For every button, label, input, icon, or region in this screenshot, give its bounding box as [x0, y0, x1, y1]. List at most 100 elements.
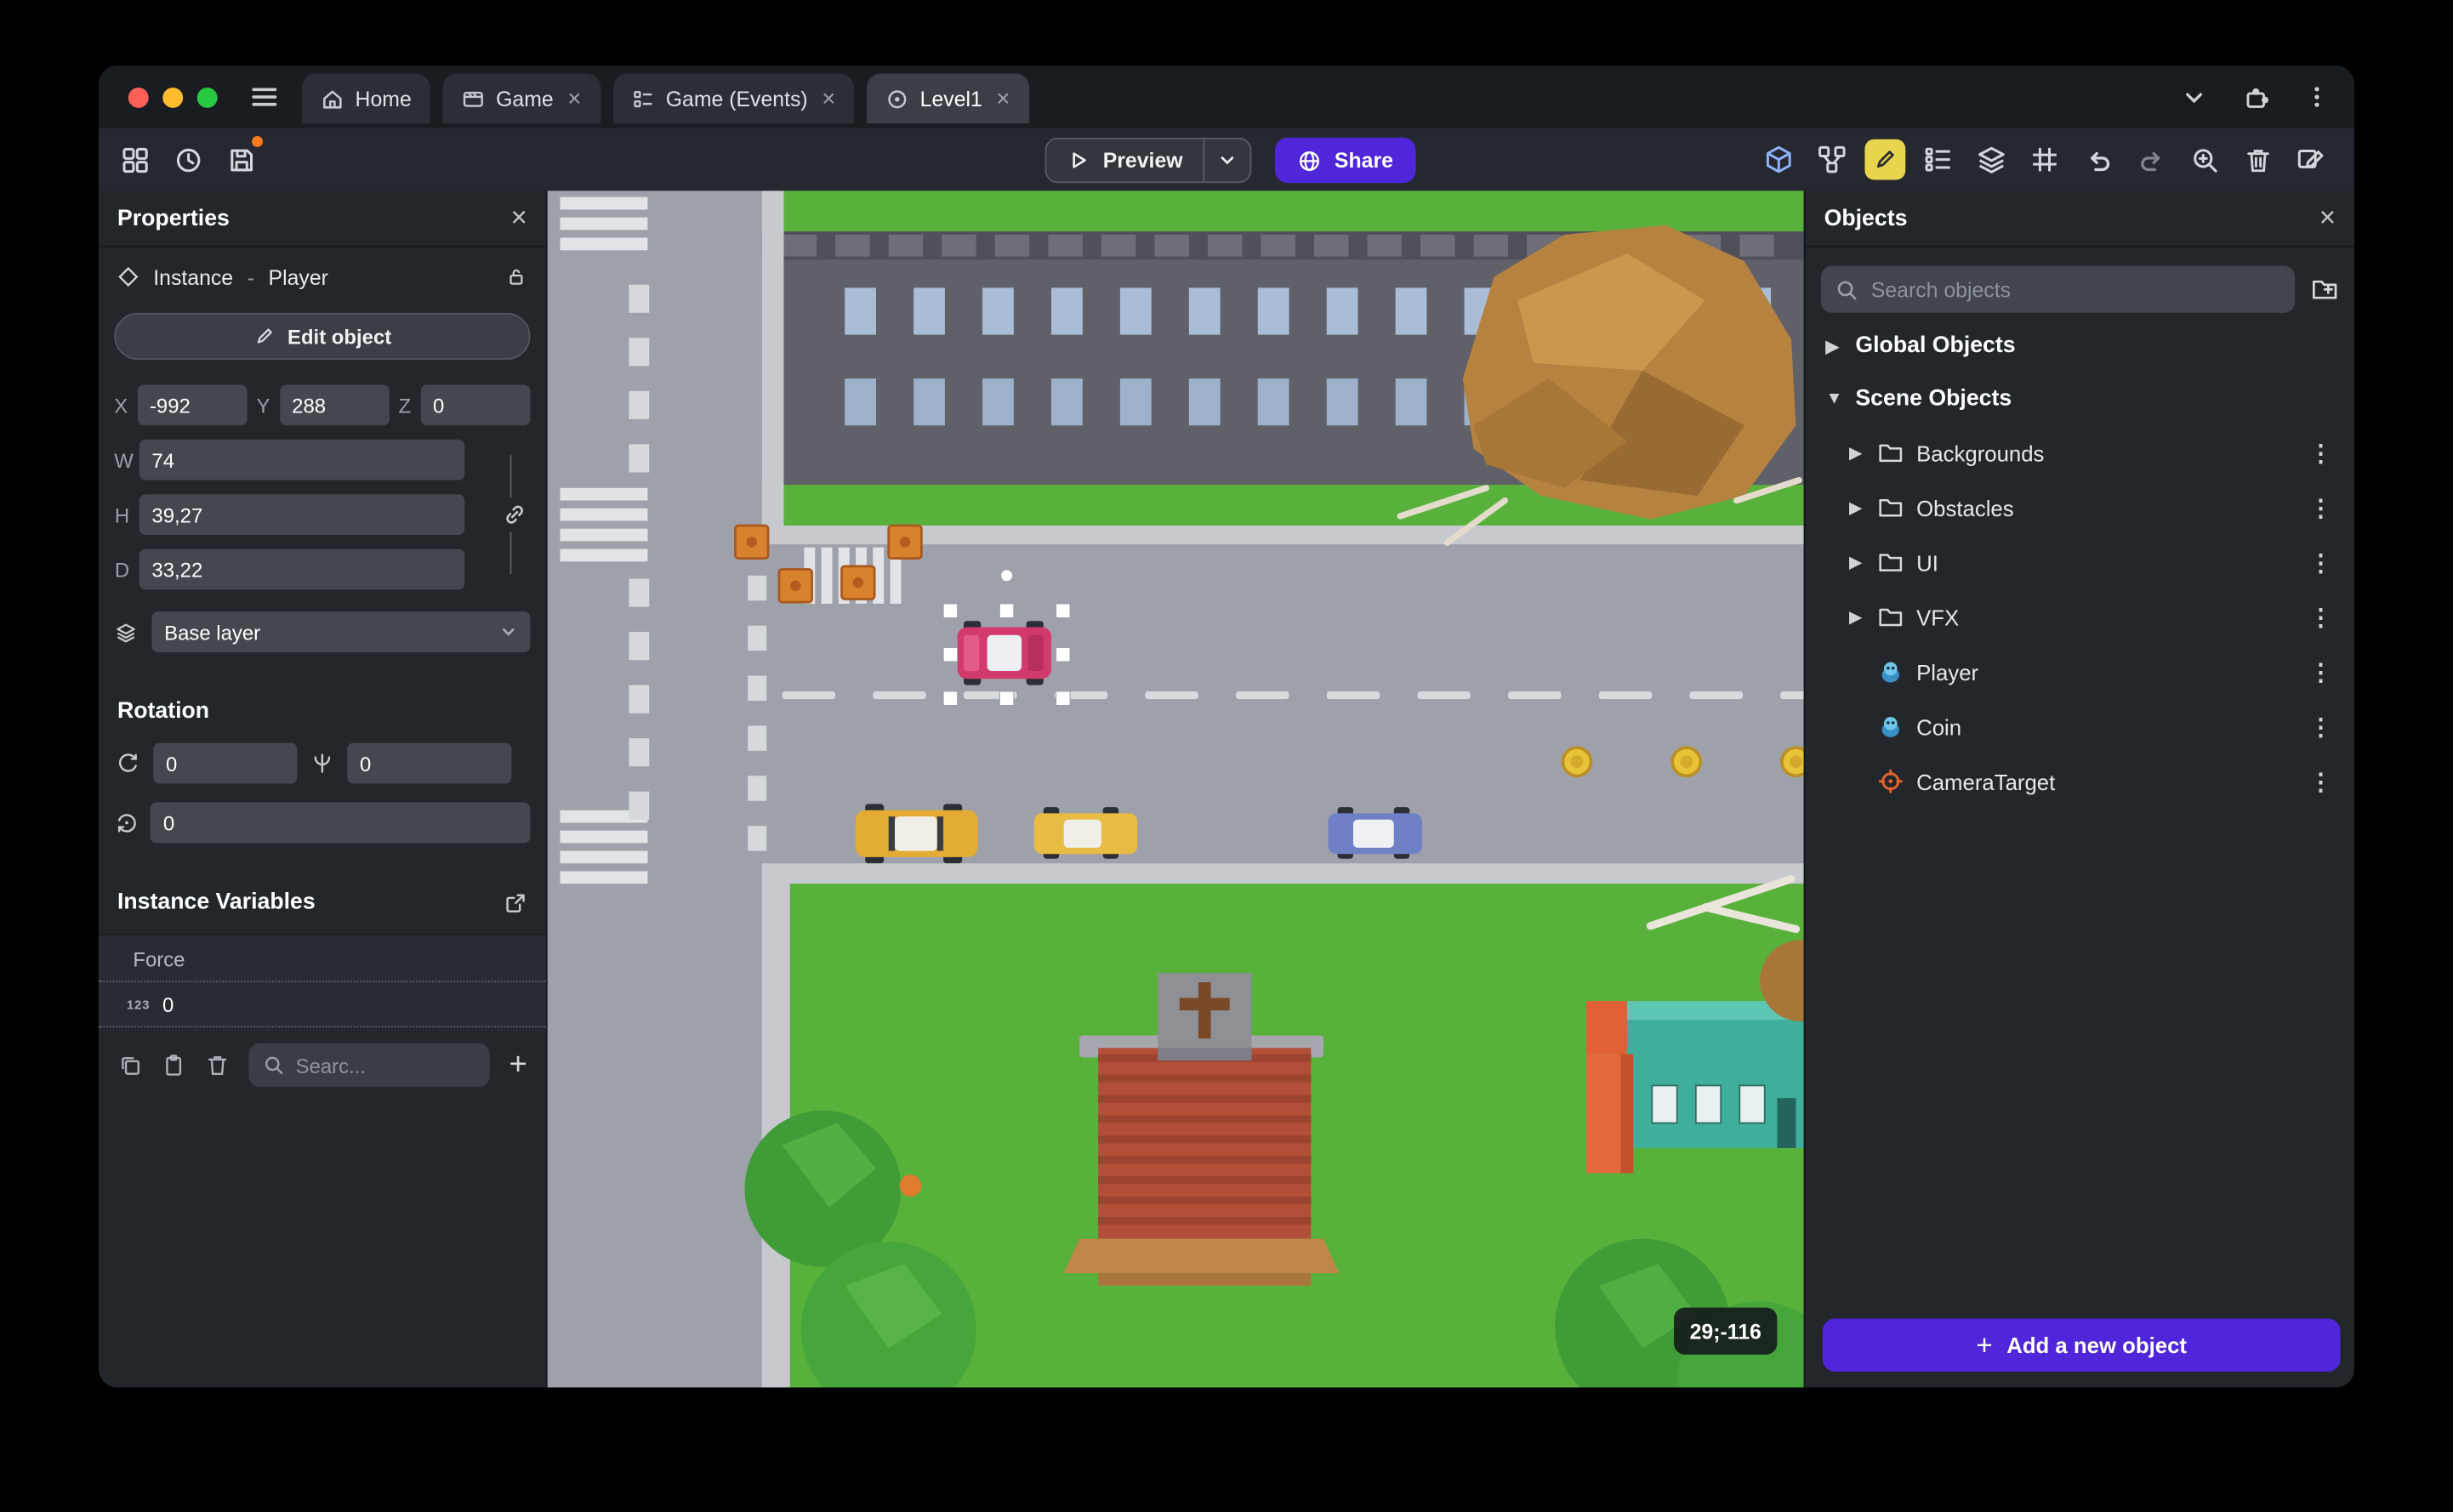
- rotation-title: Rotation: [117, 699, 210, 725]
- folder-icon: [1877, 549, 1904, 576]
- tab-close-icon[interactable]: ×: [996, 85, 1010, 111]
- tab-close-icon[interactable]: ×: [567, 85, 581, 111]
- history-icon[interactable]: [168, 139, 208, 180]
- tab-label: Game (Events): [665, 87, 808, 111]
- add-object-label: Add a new object: [2006, 1333, 2187, 1358]
- d-label: D: [114, 557, 130, 582]
- kebab-menu-icon[interactable]: [2304, 84, 2329, 109]
- search-icon: [1835, 277, 1858, 301]
- chevron-right-icon[interactable]: ▶: [1849, 497, 1864, 518]
- rotation-x-input[interactable]: [153, 742, 298, 784]
- paste-icon[interactable]: [161, 1053, 185, 1077]
- objects-panel: Objects × ▶ Global Objects ▼: [1803, 190, 2355, 1388]
- scene-canvas[interactable]: 29;-116: [547, 190, 1804, 1388]
- global-objects-section[interactable]: ▶ Global Objects: [1806, 319, 2355, 372]
- close-window-button[interactable]: [128, 87, 149, 107]
- layer-select[interactable]: Base layer: [151, 611, 531, 652]
- tab-level1[interactable]: Level1 ×: [867, 73, 1029, 124]
- search-objects-input[interactable]: [1870, 277, 2281, 302]
- add-object-button[interactable]: + Add a new object: [1822, 1318, 2341, 1373]
- edit-tool-pencil-icon[interactable]: [1864, 139, 1906, 180]
- chevron-right-icon[interactable]: ▶: [1849, 552, 1864, 572]
- kebab-menu-icon[interactable]: ⋮: [2309, 603, 2333, 631]
- rotation-y-input[interactable]: [347, 742, 512, 784]
- tab-game-events[interactable]: Game (Events) ×: [612, 73, 855, 124]
- properties-header: Properties ×: [98, 190, 546, 247]
- delete-variable-icon[interactable]: [205, 1053, 230, 1077]
- kebab-menu-icon[interactable]: ⋮: [2309, 549, 2333, 577]
- depth-input[interactable]: [139, 549, 465, 590]
- zoom-window-button[interactable]: [196, 87, 218, 107]
- folder-row-vfx[interactable]: ▶ VFX ⋮: [1806, 589, 2355, 644]
- preview-dropdown-button[interactable]: [1203, 139, 1249, 182]
- tab-home[interactable]: Home: [301, 73, 430, 124]
- kebab-menu-icon[interactable]: ⋮: [2309, 713, 2333, 741]
- undo-icon[interactable]: [2078, 139, 2119, 180]
- height-input[interactable]: [139, 494, 465, 536]
- folder-label: Backgrounds: [1916, 440, 2045, 466]
- close-icon[interactable]: ×: [510, 202, 526, 235]
- layers-icon[interactable]: [1972, 139, 2012, 180]
- objects-search-row: [1820, 265, 2339, 313]
- save-icon[interactable]: [220, 136, 263, 180]
- edit-object-button[interactable]: Edit object: [114, 312, 531, 361]
- position-row: X Y Z: [114, 384, 531, 426]
- copy-icon[interactable]: [117, 1053, 142, 1077]
- instances-graph-icon[interactable]: [1812, 139, 1853, 180]
- object-row-coin[interactable]: Coin ⋮: [1806, 699, 2355, 753]
- add-variable-button[interactable]: +: [509, 1049, 526, 1081]
- kebab-menu-icon[interactable]: ⋮: [2309, 657, 2333, 685]
- width-input[interactable]: [139, 439, 465, 480]
- folder-label: UI: [1916, 549, 1938, 575]
- external-link-icon[interactable]: [504, 890, 527, 914]
- rotation-z-input[interactable]: [151, 802, 531, 844]
- instances-list-icon[interactable]: [1918, 139, 1959, 180]
- zoom-in-icon[interactable]: [2184, 139, 2225, 180]
- tab-label: Home: [355, 87, 412, 111]
- kebab-menu-icon[interactable]: ⋮: [2309, 767, 2333, 795]
- preview-button[interactable]: Preview: [1046, 139, 1203, 182]
- variable-value[interactable]: 0: [162, 993, 174, 1017]
- folder-row-ui[interactable]: ▶ UI ⋮: [1806, 535, 2355, 589]
- variables-search-input[interactable]: [295, 1053, 406, 1077]
- add-folder-icon[interactable]: [2311, 276, 2339, 304]
- object-row-player[interactable]: Player ⋮: [1806, 645, 2355, 699]
- object-row-cameratarget[interactable]: CameraTarget ⋮: [1806, 754, 2355, 809]
- close-icon[interactable]: ×: [2319, 202, 2336, 235]
- edit-scene-properties-icon[interactable]: [2291, 139, 2331, 180]
- hamburger-menu-icon[interactable]: [248, 82, 280, 113]
- rotation-section: Rotation: [117, 699, 527, 724]
- variable-name[interactable]: Force: [98, 935, 546, 983]
- folder-row-backgrounds[interactable]: ▶ Backgrounds ⋮: [1806, 425, 2355, 480]
- grid-icon[interactable]: [2024, 139, 2065, 180]
- lock-icon[interactable]: [505, 266, 527, 288]
- scene-objects-section[interactable]: ▼ Scene Objects: [1806, 372, 2355, 426]
- tab-game[interactable]: Game ×: [442, 73, 600, 124]
- z-label: Z: [398, 393, 412, 418]
- trash-icon[interactable]: [2237, 139, 2278, 180]
- player-car: [957, 621, 1051, 685]
- link-dimensions-icon[interactable]: [502, 497, 527, 532]
- chevron-down-icon: [499, 622, 518, 641]
- project-manager-icon[interactable]: [114, 139, 155, 180]
- redo-icon[interactable]: [2131, 139, 2171, 180]
- rotation-row-2: [114, 802, 531, 844]
- tab-close-icon[interactable]: ×: [822, 85, 835, 111]
- toggle-3d-cube-icon[interactable]: [1758, 139, 1799, 180]
- x-input[interactable]: [137, 384, 248, 426]
- instance-row: Instance - Player: [99, 247, 546, 307]
- chevron-right-icon[interactable]: ▶: [1849, 443, 1864, 463]
- kebab-menu-icon[interactable]: ⋮: [2309, 493, 2333, 521]
- chevron-right-icon[interactable]: ▶: [1849, 607, 1864, 627]
- extensions-icon[interactable]: [2242, 82, 2270, 111]
- share-label: Share: [1334, 148, 1393, 173]
- kebab-menu-icon[interactable]: ⋮: [2309, 439, 2333, 467]
- share-button[interactable]: Share: [1275, 137, 1415, 184]
- main-content: Properties × Instance - Player Edit obje…: [98, 190, 2355, 1388]
- z-input[interactable]: [420, 384, 531, 426]
- chevron-down-icon[interactable]: [2181, 83, 2207, 110]
- folder-row-obstacles[interactable]: ▶ Obstacles ⋮: [1806, 480, 2355, 535]
- edit-object-icon: [253, 326, 276, 348]
- minimize-window-button[interactable]: [162, 87, 184, 107]
- y-input[interactable]: [279, 384, 390, 426]
